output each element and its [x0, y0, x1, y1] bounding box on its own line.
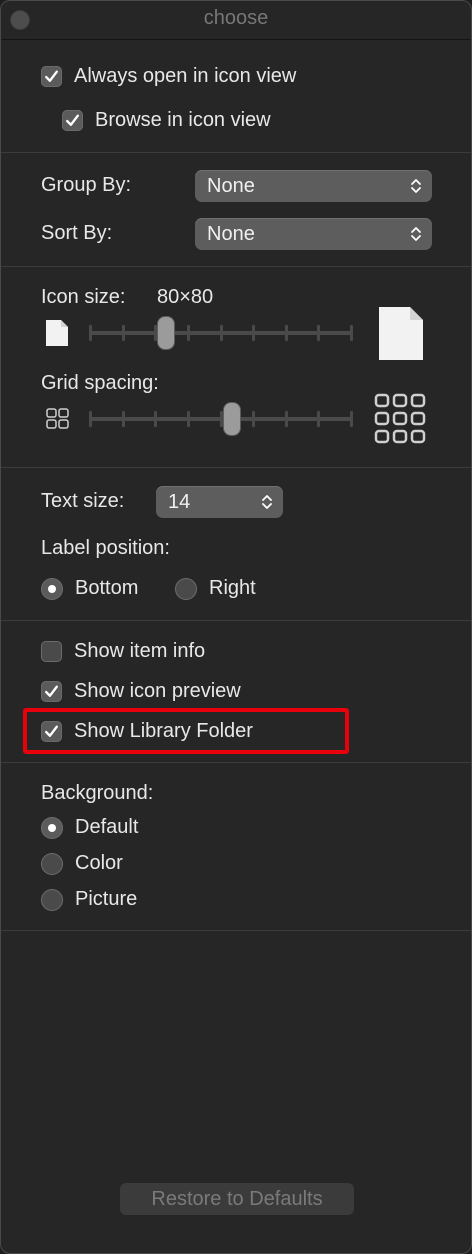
- large-document-icon: [379, 307, 423, 360]
- slider-tick: [187, 325, 190, 341]
- label-position-right-radio[interactable]: Right: [175, 577, 256, 600]
- slider-knob[interactable]: [224, 403, 240, 435]
- radio-unselected-icon: [41, 888, 63, 911]
- window-title: choose: [203, 7, 269, 29]
- radio-selected-icon: [41, 816, 63, 839]
- background-default-radio[interactable]: Default: [41, 816, 138, 839]
- default-option-label: Default: [75, 816, 139, 838]
- radio-unselected-icon: [41, 852, 63, 875]
- highlight-annotation: [23, 708, 349, 754]
- background-picture-radio[interactable]: Picture: [41, 888, 137, 911]
- divider: [1, 152, 471, 153]
- slider-tick: [154, 411, 157, 427]
- up-down-chevron-icon: [411, 179, 421, 193]
- divider: [1, 467, 471, 468]
- small-document-icon: [46, 320, 68, 346]
- icon-size-value: 80×80: [157, 286, 214, 308]
- up-down-chevron-icon: [411, 227, 421, 241]
- slider-tick: [350, 325, 353, 341]
- slider-tick: [187, 411, 190, 427]
- slider-tick: [285, 411, 288, 427]
- label-position-label: Label position:: [41, 537, 170, 559]
- label-position-bottom-radio[interactable]: Bottom: [41, 577, 138, 600]
- text-size-value: 14: [168, 490, 191, 513]
- color-option-label: Color: [75, 852, 123, 874]
- icon-size-label: Icon size:: [41, 286, 126, 308]
- sort-by-popup[interactable]: None: [195, 218, 432, 250]
- right-option-label: Right: [209, 577, 256, 599]
- slider-tick: [89, 325, 92, 341]
- up-down-chevron-icon: [262, 495, 272, 509]
- background-label: Background:: [41, 782, 154, 804]
- grid-spacing-label: Grid spacing:: [41, 372, 159, 394]
- slider-tick: [350, 411, 353, 427]
- slider-tick: [285, 325, 288, 341]
- text-size-label: Text size:: [41, 490, 125, 512]
- group-by-popup[interactable]: None: [195, 170, 432, 202]
- empty-checkbox-icon: [41, 641, 62, 662]
- restore-defaults-button[interactable]: Restore to Defaults: [120, 1183, 354, 1215]
- divider: [1, 266, 471, 267]
- text-size-popup[interactable]: 14: [156, 486, 283, 518]
- slider-tick: [122, 325, 125, 341]
- group-by-value: None: [207, 174, 255, 197]
- slider-tick: [220, 325, 223, 341]
- show-icon-preview-label: Show icon preview: [74, 680, 241, 702]
- always-open-icon-view-checkbox[interactable]: Always open in icon view: [41, 65, 296, 88]
- slider-tick: [220, 411, 223, 427]
- slider-tick: [122, 411, 125, 427]
- icon-size-slider[interactable]: [89, 317, 353, 349]
- picture-option-label: Picture: [75, 888, 138, 910]
- sort-by-value: None: [207, 222, 255, 245]
- show-icon-preview-checkbox[interactable]: Show icon preview: [41, 680, 241, 703]
- browse-icon-view-checkbox[interactable]: Browse in icon view: [62, 109, 271, 132]
- always-open-icon-view-label: Always open in icon view: [74, 65, 297, 87]
- divider: [1, 620, 471, 621]
- slider-tick: [252, 325, 255, 341]
- background-color-radio[interactable]: Color: [41, 852, 123, 875]
- slider-tick: [154, 325, 157, 341]
- bottom-option-label: Bottom: [75, 577, 139, 599]
- show-item-info-checkbox[interactable]: Show item info: [41, 640, 205, 663]
- view-options-window: choose Always open in icon view Browse i…: [0, 0, 472, 1254]
- browse-icon-view-label: Browse in icon view: [95, 109, 271, 131]
- radio-selected-icon: [41, 577, 63, 600]
- grid-spacing-slider[interactable]: [89, 403, 353, 435]
- slider-tick: [317, 411, 320, 427]
- small-grid-icon: [46, 408, 69, 429]
- title-bar[interactable]: choose: [1, 1, 471, 40]
- divider: [1, 930, 471, 931]
- sort-by-label: Sort By:: [41, 222, 113, 244]
- checkmark-icon: [41, 681, 62, 702]
- checkmark-icon: [41, 66, 62, 87]
- slider-tick: [317, 325, 320, 341]
- divider: [1, 762, 471, 763]
- slider-tick: [252, 411, 255, 427]
- large-grid-icon: [374, 393, 426, 444]
- show-item-info-label: Show item info: [74, 640, 206, 662]
- group-by-label: Group By:: [41, 174, 132, 196]
- radio-unselected-icon: [175, 577, 197, 600]
- checkmark-icon: [62, 110, 83, 131]
- slider-tick: [89, 411, 92, 427]
- slider-knob[interactable]: [158, 317, 174, 349]
